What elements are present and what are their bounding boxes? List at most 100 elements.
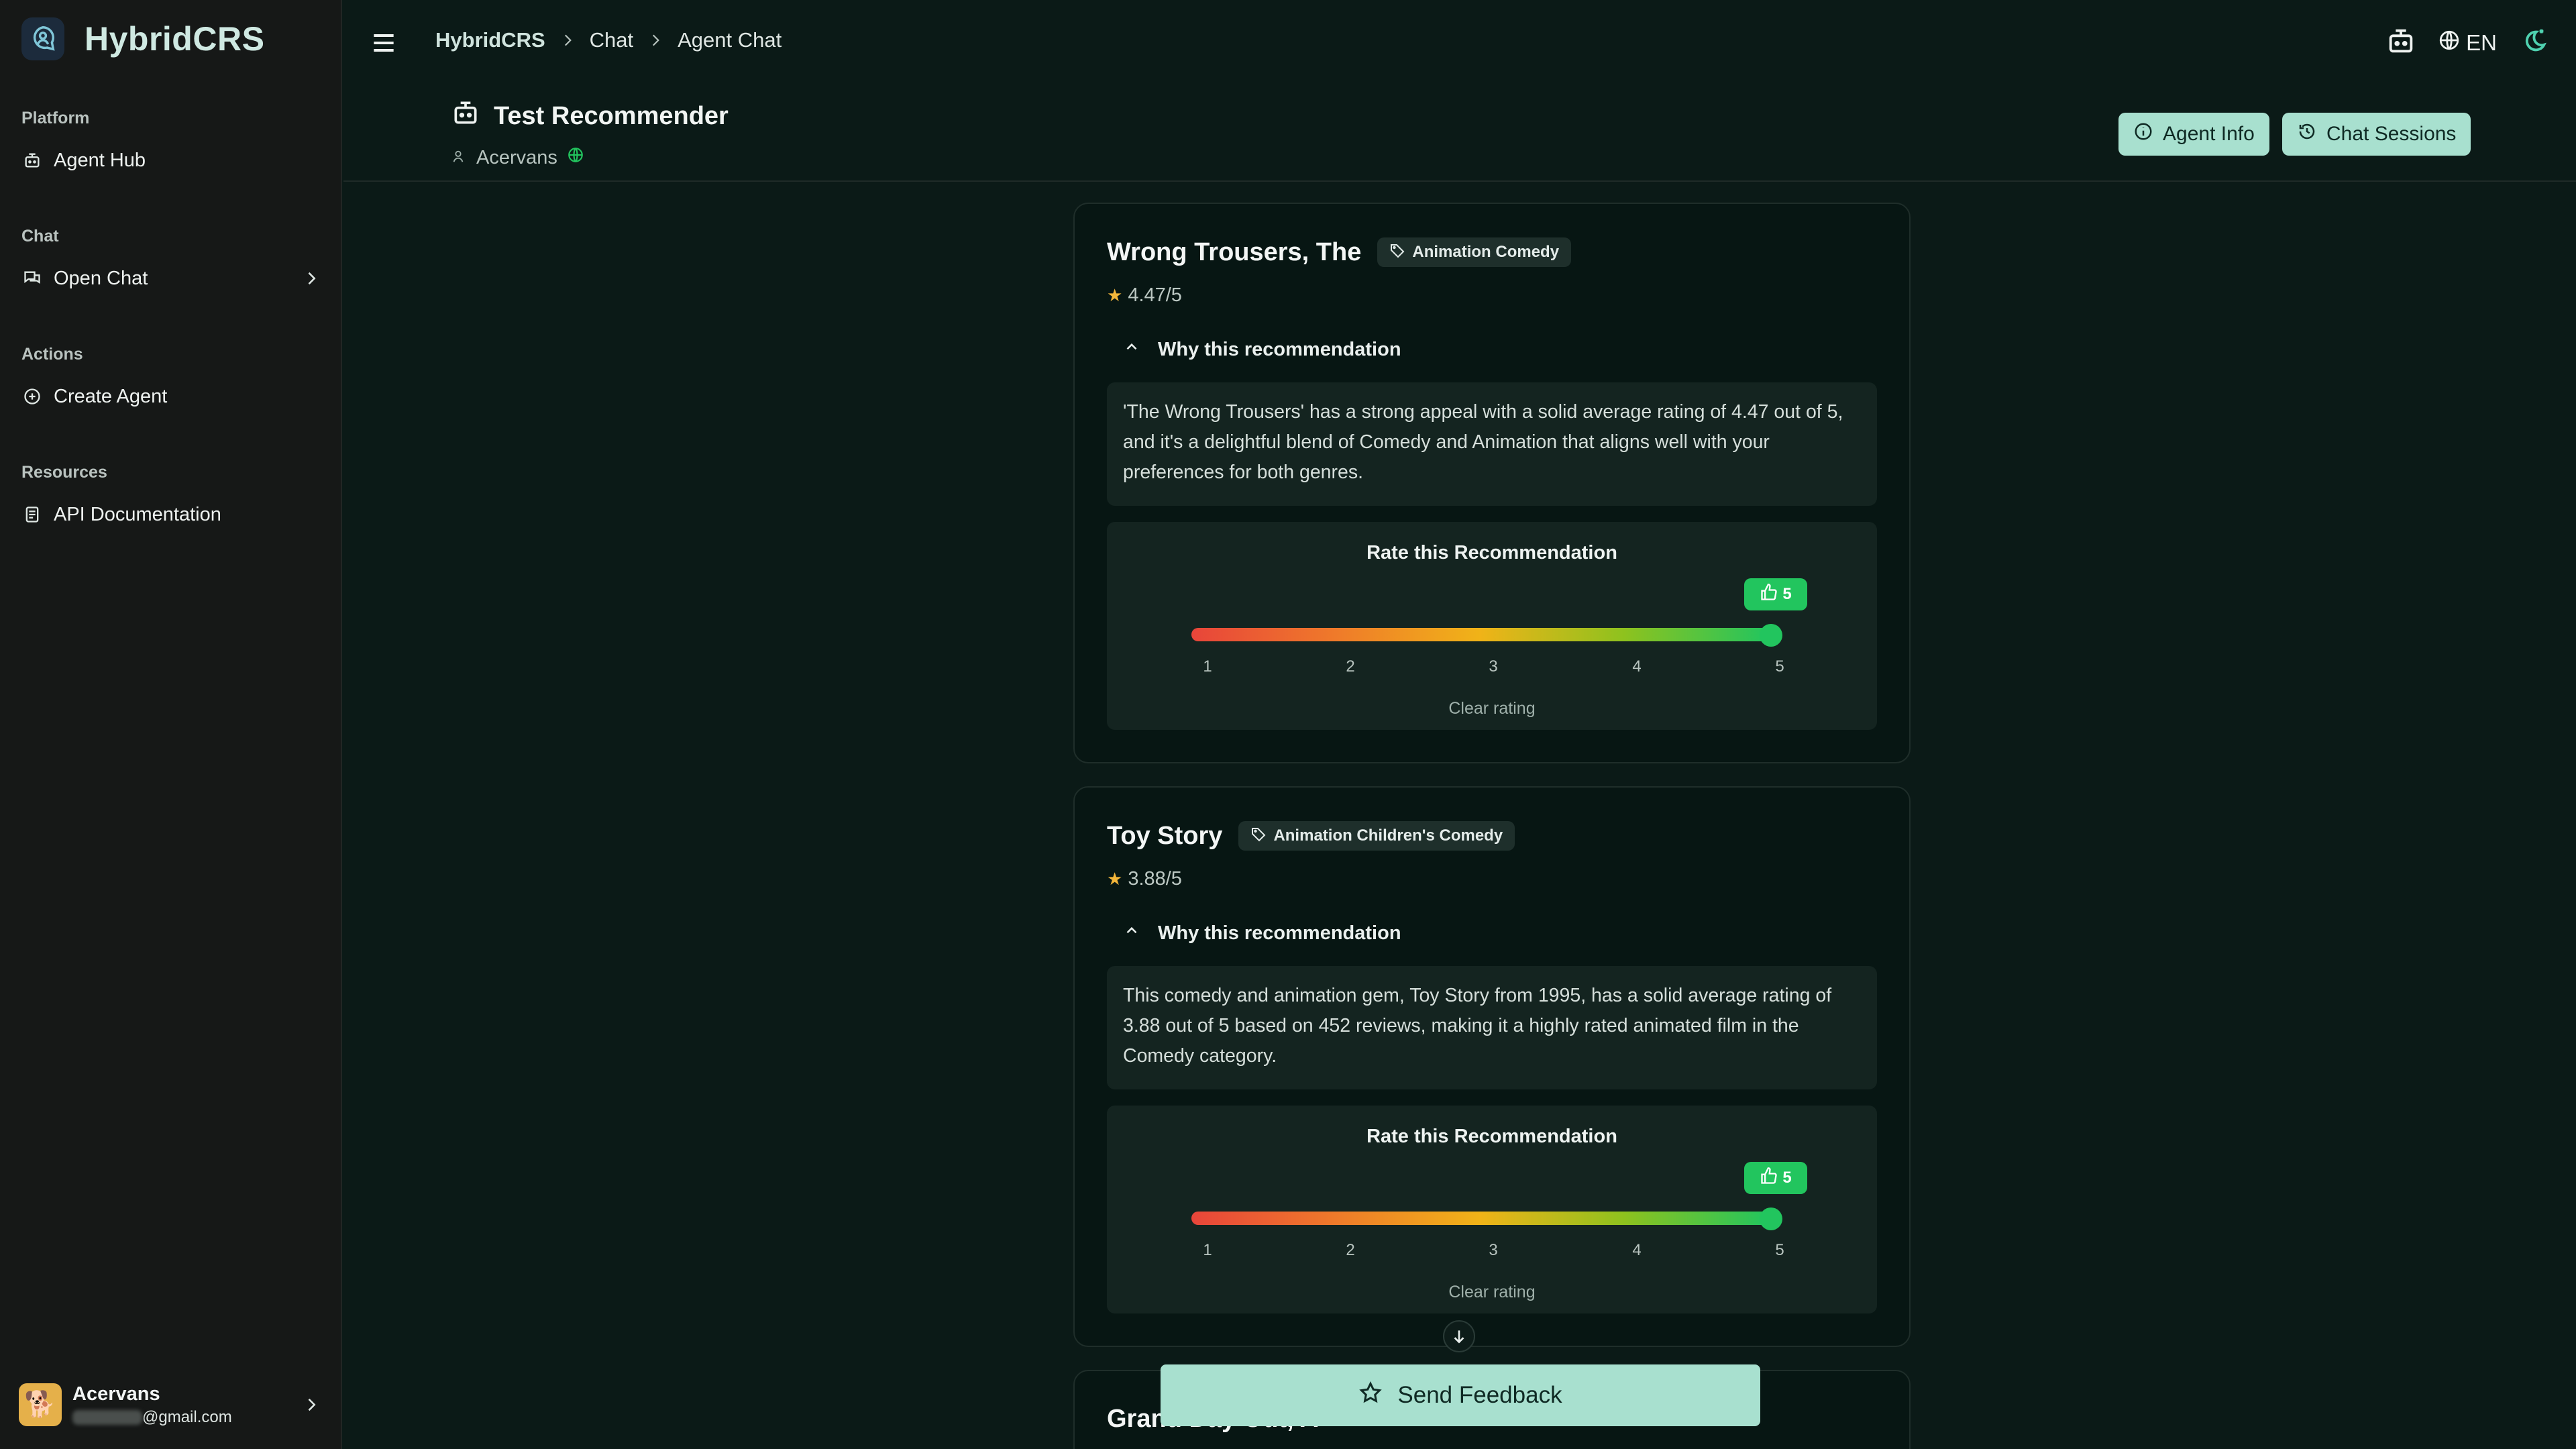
sidebar-item-open-chat[interactable]: Open Chat: [21, 260, 321, 297]
genre-tag: Animation Comedy: [1377, 237, 1572, 267]
document-icon: [21, 504, 43, 525]
user-menu[interactable]: 🐕 Acervans @gmail.com: [19, 1377, 321, 1433]
movie-title: Wrong Trousers, The: [1107, 237, 1362, 266]
send-feedback-button[interactable]: Send Feedback: [1161, 1364, 1760, 1426]
why-recommendation-toggle[interactable]: Why this recommendation: [1123, 922, 1401, 945]
chat-sessions-button[interactable]: Chat Sessions: [2282, 113, 2471, 156]
breadcrumb-item-agent-chat: Agent Chat: [678, 28, 782, 52]
why-recommendation-toggle[interactable]: Why this recommendation: [1123, 338, 1401, 361]
scale-tick: 5: [1775, 657, 1784, 676]
rating-title: Rate this Recommendation: [1366, 1126, 1617, 1147]
star-outline-icon: [1358, 1381, 1383, 1411]
scale-tick: 4: [1632, 1241, 1642, 1259]
arrow-down-icon: [1454, 1330, 1464, 1344]
agent-owner: Acervans: [451, 146, 584, 169]
chevron-up-icon: [1123, 338, 1140, 361]
language-label: EN: [2466, 30, 2497, 55]
thumbs-up-icon: [1760, 583, 1778, 606]
rating-value-badge: 5: [1744, 578, 1807, 610]
plus-circle-icon: [21, 386, 43, 407]
chevron-up-icon: [1123, 922, 1140, 945]
chevron-right-icon: [653, 34, 659, 46]
info-icon: [2133, 121, 2153, 147]
recommendation-explanation: This comedy and animation gem, Toy Story…: [1107, 966, 1877, 1089]
rating-slider-track[interactable]: [1191, 628, 1768, 641]
rating-slider-thumb[interactable]: [1760, 1208, 1782, 1230]
history-icon: [2297, 121, 2317, 147]
agent-info-button[interactable]: Agent Info: [2118, 113, 2269, 156]
sidebar-group-platform: Platform: [21, 109, 90, 127]
scale-tick: 2: [1346, 1241, 1355, 1259]
scale-tick: 3: [1489, 1241, 1498, 1259]
sidebar-item-create-agent[interactable]: Create Agent: [21, 378, 321, 415]
star-icon: ★: [1107, 869, 1123, 889]
agent-owner-name: Acervans: [476, 146, 557, 168]
theme-toggle-icon: [2525, 29, 2546, 52]
redacted-email-prefix: [72, 1410, 142, 1426]
breadcrumb: HybridCRS Chat Agent Chat: [435, 28, 782, 52]
globe-icon: [2438, 29, 2461, 57]
hamburger-icon: [374, 34, 394, 52]
brand-logo-icon: [21, 17, 64, 60]
scale-tick: 1: [1203, 657, 1212, 676]
sidebar-group-resources: Resources: [21, 463, 107, 482]
public-globe-icon: [567, 146, 584, 169]
sidebar: HybridCRS Platform Agent Hub Chat Open C…: [0, 0, 342, 1449]
tag-icon: [1250, 826, 1267, 847]
tag-icon: [1389, 242, 1405, 263]
scale-tick: 4: [1632, 657, 1642, 676]
sidebar-item-agent-hub[interactable]: Agent Hub: [21, 142, 321, 179]
breadcrumb-item-chat[interactable]: Chat: [590, 28, 633, 52]
rating-widget: Rate this Recommendation 5 1 2 3 4 5 Cle…: [1107, 1106, 1877, 1313]
chevron-right-icon: [564, 34, 572, 46]
sidebar-item-label: Open Chat: [54, 267, 148, 289]
recommendation-card: Wrong Trousers, The Animation Comedy ★ 4…: [1073, 203, 1911, 763]
rating-title: Rate this Recommendation: [1366, 542, 1617, 564]
agent-header: Test Recommender Acervans Agent Info Cha…: [343, 85, 2576, 182]
user-email: @gmail.com: [72, 1408, 232, 1427]
agent-status-button[interactable]: [2385, 25, 2416, 60]
sidebar-item-api-documentation[interactable]: API Documentation: [21, 496, 321, 533]
scale-tick: 1: [1203, 1241, 1212, 1259]
robot-icon: [451, 98, 480, 134]
rating-slider-track[interactable]: [1191, 1212, 1768, 1225]
avatar: 🐕: [19, 1383, 62, 1426]
scale-tick: 3: [1489, 657, 1498, 676]
scroll-to-bottom-button[interactable]: [1443, 1320, 1475, 1352]
genre-tag: Animation Children's Comedy: [1238, 821, 1515, 851]
recommendation-card: Toy Story Animation Children's Comedy ★ …: [1073, 786, 1911, 1347]
brand-name: HybridCRS: [85, 20, 265, 58]
top-bar: HybridCRS Chat Agent Chat EN: [343, 0, 2576, 85]
movie-title: Toy Story: [1107, 821, 1223, 850]
agent-title: Test Recommender: [451, 98, 729, 134]
brand[interactable]: HybridCRS: [21, 17, 264, 60]
theme-toggle-button[interactable]: [2518, 25, 2549, 60]
sidebar-group-actions: Actions: [21, 345, 83, 364]
robot-icon: [21, 150, 43, 171]
clear-rating-button[interactable]: Clear rating: [1107, 699, 1877, 718]
rating-widget: Rate this Recommendation 5 1 2 3 4 5 Cle…: [1107, 522, 1877, 730]
breadcrumb-item-home[interactable]: HybridCRS: [435, 28, 545, 52]
rating-value-badge: 5: [1744, 1162, 1807, 1194]
user-icon: [451, 147, 466, 169]
sidebar-item-label: Create Agent: [54, 385, 168, 407]
sidebar-group-chat: Chat: [21, 227, 59, 246]
average-rating: ★ 4.47/5: [1107, 284, 1182, 306]
chevron-right-icon: [302, 269, 321, 288]
recommendation-explanation: 'The Wrong Trousers' has a strong appeal…: [1107, 382, 1877, 506]
chat-icon: [21, 268, 43, 289]
clear-rating-button[interactable]: Clear rating: [1107, 1283, 1877, 1302]
sidebar-item-label: API Documentation: [54, 503, 221, 525]
star-icon: ★: [1107, 285, 1123, 305]
chevron-right-icon: [302, 1395, 321, 1414]
rating-slider-thumb[interactable]: [1760, 624, 1782, 647]
menu-toggle-button[interactable]: [369, 28, 398, 58]
scale-tick: 2: [1346, 657, 1355, 676]
scale-tick: 5: [1775, 1241, 1784, 1259]
agent-title-text: Test Recommender: [494, 101, 729, 130]
thumbs-up-icon: [1760, 1167, 1778, 1190]
language-selector[interactable]: EN: [2438, 29, 2497, 57]
average-rating: ★ 3.88/5: [1107, 868, 1182, 890]
sidebar-item-label: Agent Hub: [54, 149, 146, 171]
robot-icon: [2389, 29, 2413, 53]
